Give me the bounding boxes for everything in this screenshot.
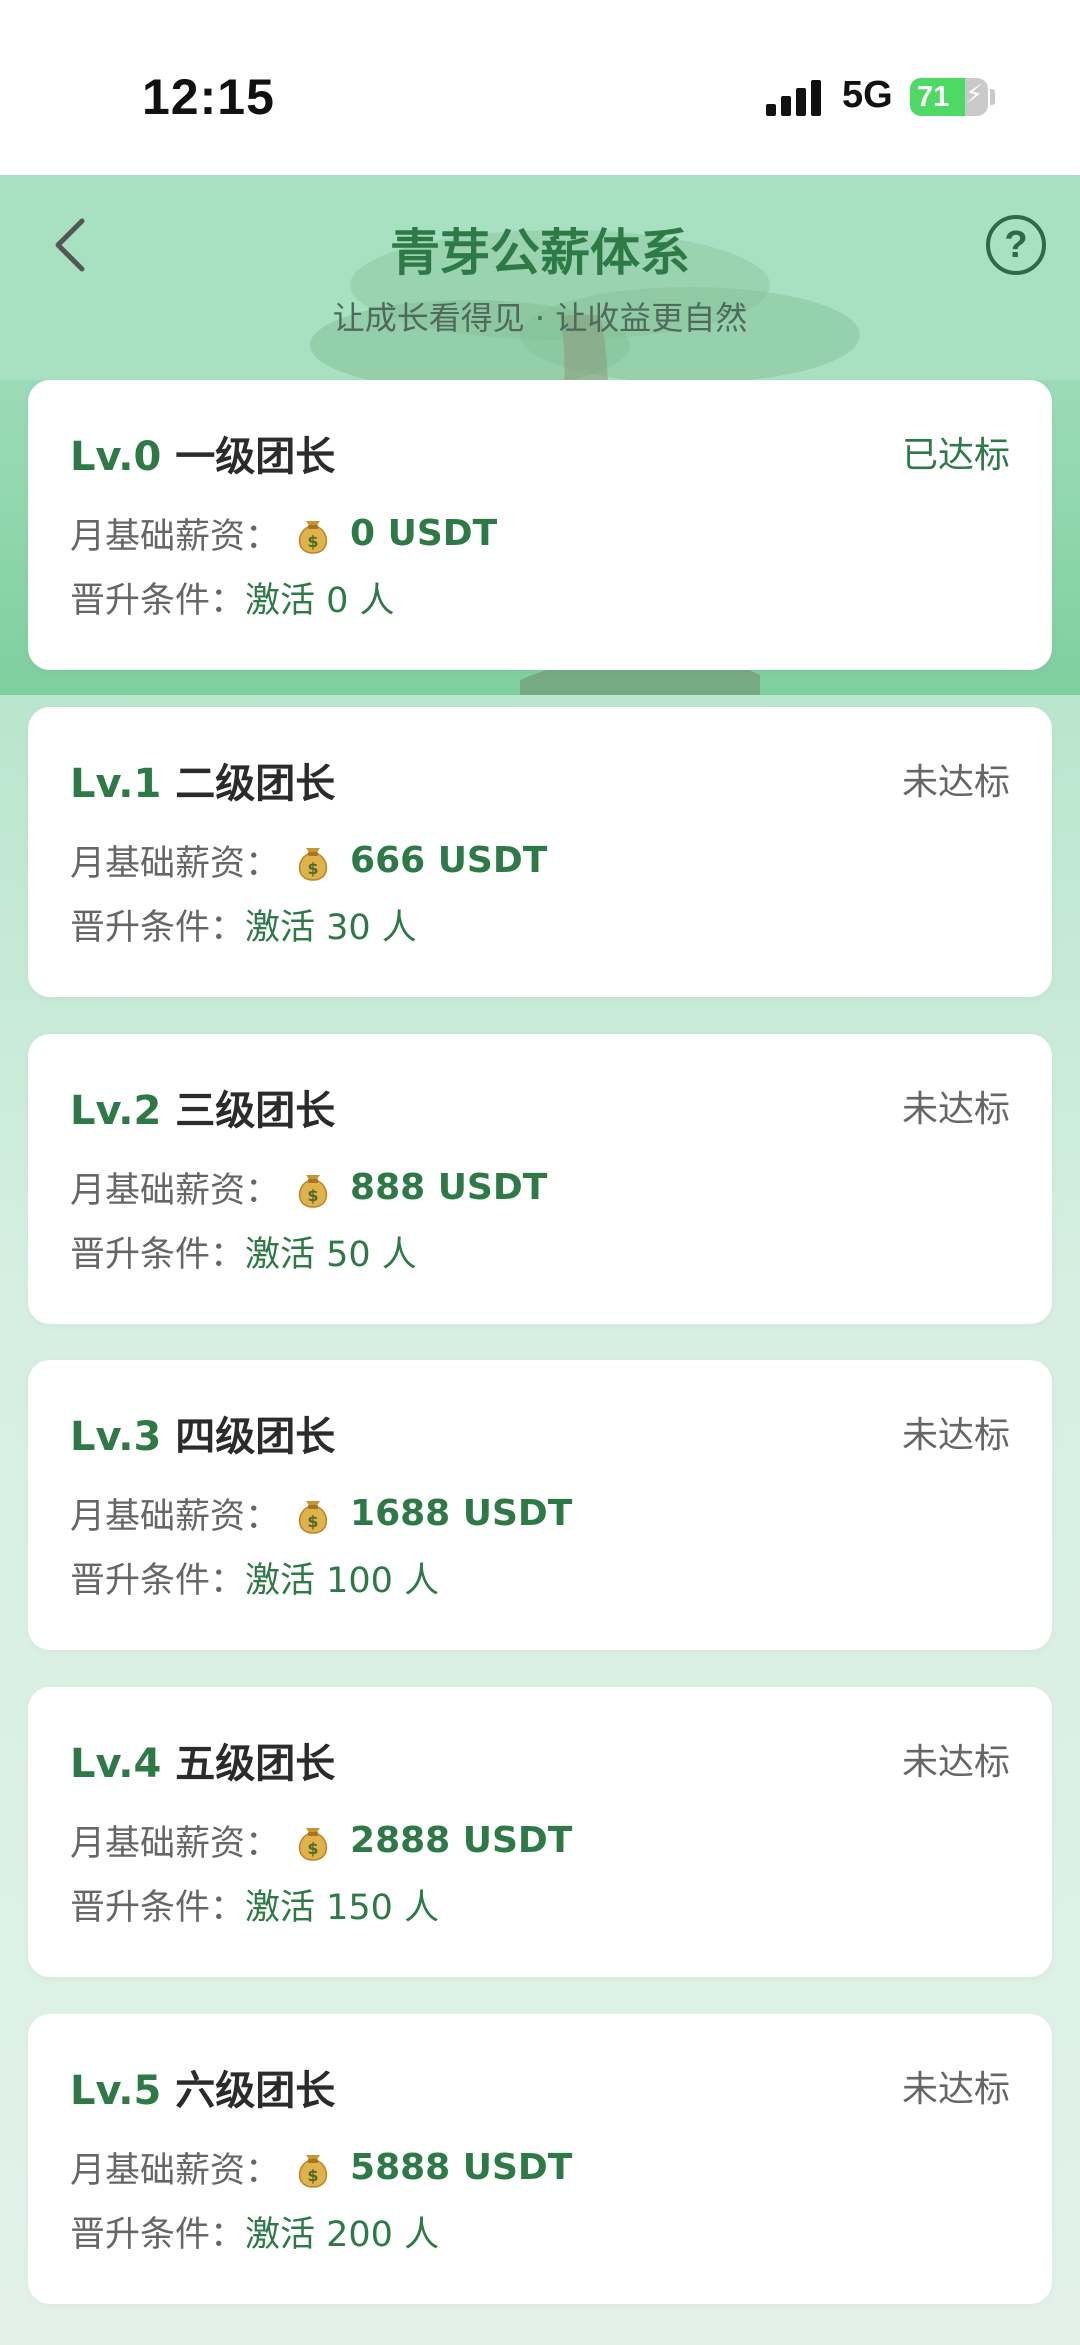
level-code: Lv.0 [70,434,162,480]
cellular-signal-icon [766,78,826,116]
level-title: Lv.4 五级团长 [70,1731,335,1789]
battery-nub [990,89,995,105]
salary-value: 666 USDT [350,840,548,881]
status-bar: 12:15 5G 71 ⚡ [0,0,1080,175]
salary-value: 2888 USDT [350,1820,573,1861]
status-time: 12:15 [142,69,275,125]
money-bag-icon: $ [294,840,332,882]
level-card[interactable]: Lv.5 六级团长 未达标 月基础薪资： $ 5888 USDT 晋升条件： 激… [28,2014,1052,2304]
salary-value: 5888 USDT [350,2147,573,2188]
help-button[interactable]: ? [986,215,1046,275]
condition-row: 晋升条件： 激活 30 人 [70,899,417,950]
condition-value: 激活 50 人 [245,1235,417,1275]
salary-value: 888 USDT [350,1167,548,1208]
level-status-badge: 未达标 [901,1415,1010,1456]
level-name: 五级团长 [175,1741,336,1787]
level-card[interactable]: Lv.2 三级团长 未达标 月基础薪资： $ 888 USDT 晋升条件： 激活… [28,1034,1052,1324]
salary-label: 月基础薪资： [70,1824,281,1864]
svg-text:$: $ [307,1186,318,1205]
condition-row: 晋升条件： 激活 50 人 [70,1226,417,1277]
network-type: 5G [842,74,893,116]
money-bag-icon: $ [294,1820,332,1862]
help-icon: ? [1004,223,1028,266]
salary-label: 月基础薪资： [70,1171,281,1211]
salary-row: 月基础薪资： $ 666 USDT [70,835,547,886]
condition-label: 晋升条件： [70,1235,246,1275]
svg-text:$: $ [307,532,318,551]
page-subtitle: 让成长看得见 · 让收益更自然 [332,299,748,337]
level-name: 六级团长 [175,2068,336,2114]
condition-value: 激活 200 人 [245,2215,440,2255]
salary-row: 月基础薪资： $ 2888 USDT [70,1815,572,1866]
money-bag-icon: $ [294,513,332,555]
level-code: Lv.2 [70,1088,162,1134]
condition-row: 晋升条件： 激活 150 人 [70,1879,439,1930]
svg-text:$: $ [307,859,318,878]
money-bag-icon: $ [294,1167,332,1209]
condition-label: 晋升条件： [70,1888,246,1928]
level-name: 四级团长 [175,1414,336,1460]
level-title: Lv.1 二级团长 [70,751,335,809]
salary-row: 月基础薪资： $ 5888 USDT [70,2142,572,2193]
level-code: Lv.3 [70,1414,162,1460]
condition-label: 晋升条件： [70,2215,246,2255]
level-title: Lv.3 四级团长 [70,1404,335,1462]
condition-value: 激活 0 人 [245,581,395,621]
condition-value: 激活 100 人 [245,1561,440,1601]
condition-value: 激活 30 人 [245,908,417,948]
level-card[interactable]: Lv.3 四级团长 未达标 月基础薪资： $ 1688 USDT 晋升条件： 激… [28,1360,1052,1650]
level-title: Lv.0 一级团长 [70,424,335,482]
salary-label: 月基础薪资： [70,2151,281,2191]
salary-label: 月基础薪资： [70,844,281,884]
svg-text:$: $ [307,1839,318,1858]
salary-row: 月基础薪资： $ 888 USDT [70,1162,547,1213]
salary-label: 月基础薪资： [70,517,281,557]
level-code: Lv.4 [70,1741,162,1787]
level-name: 一级团长 [175,434,336,480]
svg-text:$: $ [307,2166,318,2185]
level-status-badge: 未达标 [901,762,1010,803]
condition-label: 晋升条件： [70,1561,246,1601]
level-card[interactable]: Lv.1 二级团长 未达标 月基础薪资： $ 666 USDT 晋升条件： 激活… [28,707,1052,997]
money-bag-icon: $ [294,1493,332,1535]
salary-value: 0 USDT [350,513,498,554]
condition-label: 晋升条件： [70,581,246,621]
level-card[interactable]: Lv.0 一级团长 已达标 月基础薪资： $ 0 USDT 晋升条件： 激活 0… [28,380,1052,670]
battery-level: 71 [917,81,950,113]
level-title: Lv.2 三级团长 [70,1078,335,1136]
level-status-badge: 未达标 [901,2069,1010,2110]
svg-text:$: $ [307,1512,318,1531]
level-code: Lv.1 [70,761,162,807]
level-code: Lv.5 [70,2068,162,2114]
page-title: 青芽公薪体系 [390,224,690,282]
level-card[interactable]: Lv.4 五级团长 未达标 月基础薪资： $ 2888 USDT 晋升条件： 激… [28,1687,1052,1977]
money-bag-icon: $ [294,2147,332,2189]
condition-label: 晋升条件： [70,908,246,948]
condition-row: 晋升条件： 激活 100 人 [70,1552,439,1603]
level-status-badge: 未达标 [901,1089,1010,1130]
level-status-badge: 未达标 [901,1742,1010,1783]
salary-value: 1688 USDT [350,1493,573,1534]
condition-value: 激活 150 人 [245,1888,440,1928]
charging-bolt-icon: ⚡ [965,80,984,110]
salary-label: 月基础薪资： [70,1497,281,1537]
salary-row: 月基础薪资： $ 1688 USDT [70,1488,572,1539]
condition-row: 晋升条件： 激活 0 人 [70,572,395,623]
condition-row: 晋升条件： 激活 200 人 [70,2206,439,2257]
battery-icon: 71 ⚡ [910,78,988,116]
level-name: 二级团长 [175,761,336,807]
level-status-badge: 已达标 [901,435,1010,476]
level-name: 三级团长 [175,1088,336,1134]
salary-row: 月基础薪资： $ 0 USDT [70,508,497,559]
level-title: Lv.5 六级团长 [70,2058,335,2116]
